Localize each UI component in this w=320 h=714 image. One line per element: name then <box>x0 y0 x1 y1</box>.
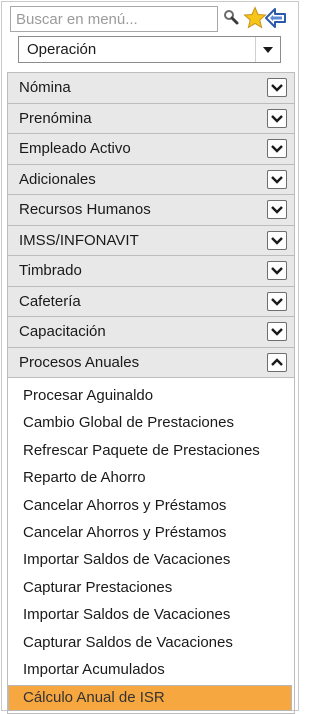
chevron-down-icon[interactable] <box>267 200 287 219</box>
menu-item-refrescar-paquete-prestaciones[interactable]: Refrescar Paquete de Prestaciones <box>8 436 294 465</box>
category-label: Cafetería <box>19 292 81 310</box>
module-select[interactable]: Operación <box>18 36 281 63</box>
category-label: Timbrado <box>19 262 82 279</box>
chevron-down-icon[interactable] <box>267 139 287 158</box>
chevron-down-icon[interactable] <box>267 230 287 250</box>
category-empleado-activo[interactable]: Empleado Activo <box>8 134 294 165</box>
menu-item-capturar-saldos-vacaciones[interactable]: Capturar Saldos de Vacaciones <box>8 628 294 656</box>
menu-item-importar-saldos-vacaciones-2[interactable]: Importar Saldos de Vacaciones <box>8 601 294 629</box>
back-icon[interactable] <box>264 6 288 30</box>
chevron-down-icon[interactable] <box>267 322 287 341</box>
dropdown-arrow-icon[interactable] <box>255 37 280 62</box>
chevron-down-icon[interactable] <box>267 78 287 97</box>
submenu-procesos-anuales: Procesar Aguinaldo Cambio Global de Pres… <box>8 378 294 712</box>
search-icon[interactable] <box>221 6 245 30</box>
category-label: Nómina <box>19 79 71 96</box>
category-recursos-humanos[interactable]: Recursos Humanos <box>8 195 294 226</box>
menu-item-importar-acumulados[interactable]: Importar Acumulados <box>8 655 294 684</box>
menu-item-cancelar-ahorros-prestamos-2[interactable]: Cancelar Ahorros y Préstamos <box>8 518 294 547</box>
category-capacitacion[interactable]: Capacitación <box>8 317 294 348</box>
category-cafeteria[interactable]: Cafetería <box>8 286 294 317</box>
category-label: Empleado Activo <box>19 140 131 157</box>
chevron-up-icon[interactable] <box>267 352 287 372</box>
category-prenomina[interactable]: Prenómina <box>8 103 294 134</box>
category-label: Recursos Humanos <box>19 201 151 218</box>
navigation-menu: Nómina Prenómina Empleado Activo Adicion… <box>7 72 295 714</box>
category-label: Procesos Anuales <box>19 353 140 371</box>
category-timbrado[interactable]: Timbrado <box>8 256 294 287</box>
chevron-down-icon[interactable] <box>267 108 287 128</box>
menu-item-capturar-prestaciones[interactable]: Capturar Prestaciones <box>8 573 294 602</box>
menu-item-reparto-ahorro[interactable]: Reparto de Ahorro <box>8 464 294 492</box>
menu-item-calculo-anual-isr[interactable]: Cálculo Anual de ISR <box>8 685 292 712</box>
chevron-down-icon[interactable] <box>267 291 287 311</box>
chevron-down-icon[interactable] <box>267 169 287 189</box>
category-imss-infonavit[interactable]: IMSS/INFONAVIT <box>8 225 294 256</box>
menu-item-cancelar-ahorros-prestamos[interactable]: Cancelar Ahorros y Préstamos <box>8 491 294 519</box>
chevron-down-icon[interactable] <box>267 261 287 280</box>
category-adicionales[interactable]: Adicionales <box>8 164 294 195</box>
menu-item-cambio-global-prestaciones[interactable]: Cambio Global de Prestaciones <box>8 409 294 437</box>
menu-item-procesar-aguinaldo[interactable]: Procesar Aguinaldo <box>8 382 294 410</box>
category-nomina[interactable]: Nómina <box>8 73 294 104</box>
category-label: Capacitación <box>19 323 106 340</box>
category-label: Adicionales <box>19 170 96 188</box>
category-label: Prenómina <box>19 109 92 127</box>
search-input[interactable] <box>10 6 218 32</box>
menu-item-importar-saldos-vacaciones[interactable]: Importar Saldos de Vacaciones <box>8 546 294 574</box>
category-label: IMSS/INFONAVIT <box>19 231 139 249</box>
category-procesos-anuales[interactable]: Procesos Anuales <box>8 347 294 378</box>
module-select-value: Operación <box>27 41 97 58</box>
